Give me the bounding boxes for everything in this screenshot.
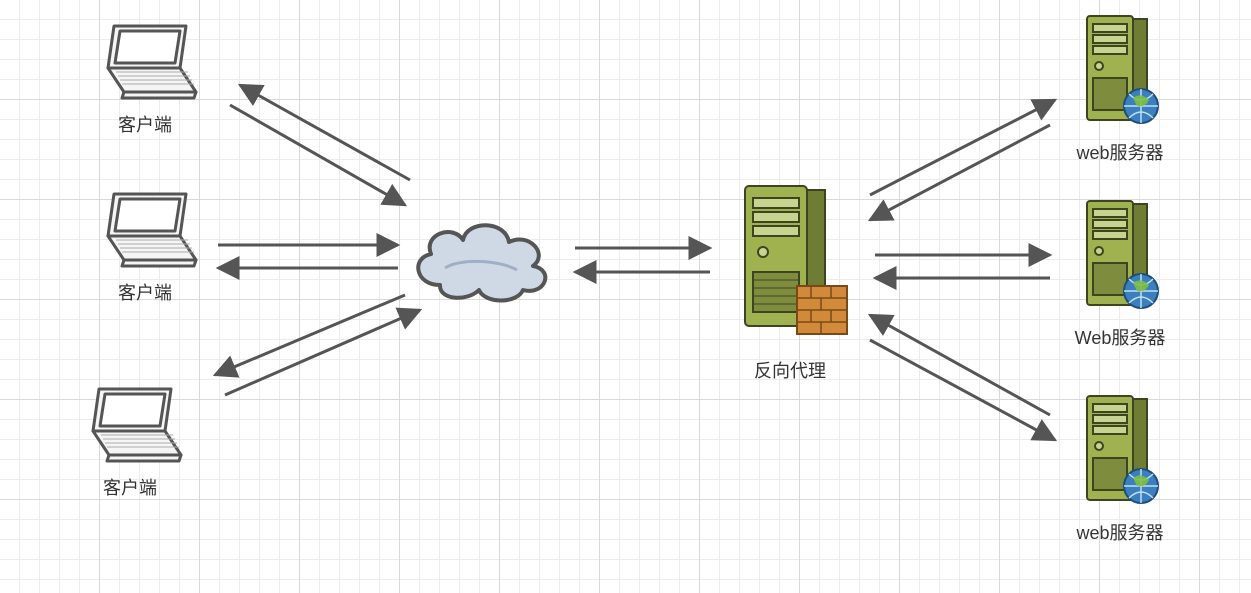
web-server-node-1: web服务器 [1060, 10, 1180, 165]
arrow-client1-to-cloud [230, 105, 405, 205]
web-server-node-2: Web服务器 [1060, 195, 1180, 350]
cloud-icon [405, 289, 555, 309]
client-node-1: 客户端 [85, 22, 205, 137]
client-label-1: 客户端 [85, 111, 205, 137]
web-server-label-3: web服务器 [1060, 519, 1180, 545]
web-server-icon [1075, 299, 1165, 319]
client-label-3: 客户端 [70, 474, 190, 500]
web-server-label-2: Web服务器 [1060, 324, 1180, 350]
cloud-node [405, 210, 555, 310]
arrow-proxy-to-web3 [870, 340, 1055, 440]
laptop-icon [90, 254, 200, 274]
arrow-web1-to-proxy [870, 125, 1050, 220]
arrow-web3-to-proxy [870, 315, 1050, 415]
client-node-3: 客户端 [70, 385, 190, 500]
laptop-icon [90, 86, 200, 106]
server-firewall-icon [725, 332, 855, 352]
laptop-icon [75, 449, 185, 469]
client-label-2: 客户端 [85, 279, 205, 305]
web-server-label-1: web服务器 [1060, 139, 1180, 165]
arrow-cloud-to-client3 [215, 295, 405, 375]
arrow-client3-to-cloud [225, 310, 420, 395]
proxy-node: 反向代理 [720, 178, 860, 383]
arrow-proxy-to-web1 [870, 100, 1055, 195]
arrow-cloud-to-client1 [240, 85, 410, 180]
web-server-node-3: web服务器 [1060, 390, 1180, 545]
proxy-label: 反向代理 [720, 357, 860, 383]
client-node-2: 客户端 [85, 190, 205, 305]
web-server-icon [1075, 114, 1165, 134]
web-server-icon [1075, 494, 1165, 514]
